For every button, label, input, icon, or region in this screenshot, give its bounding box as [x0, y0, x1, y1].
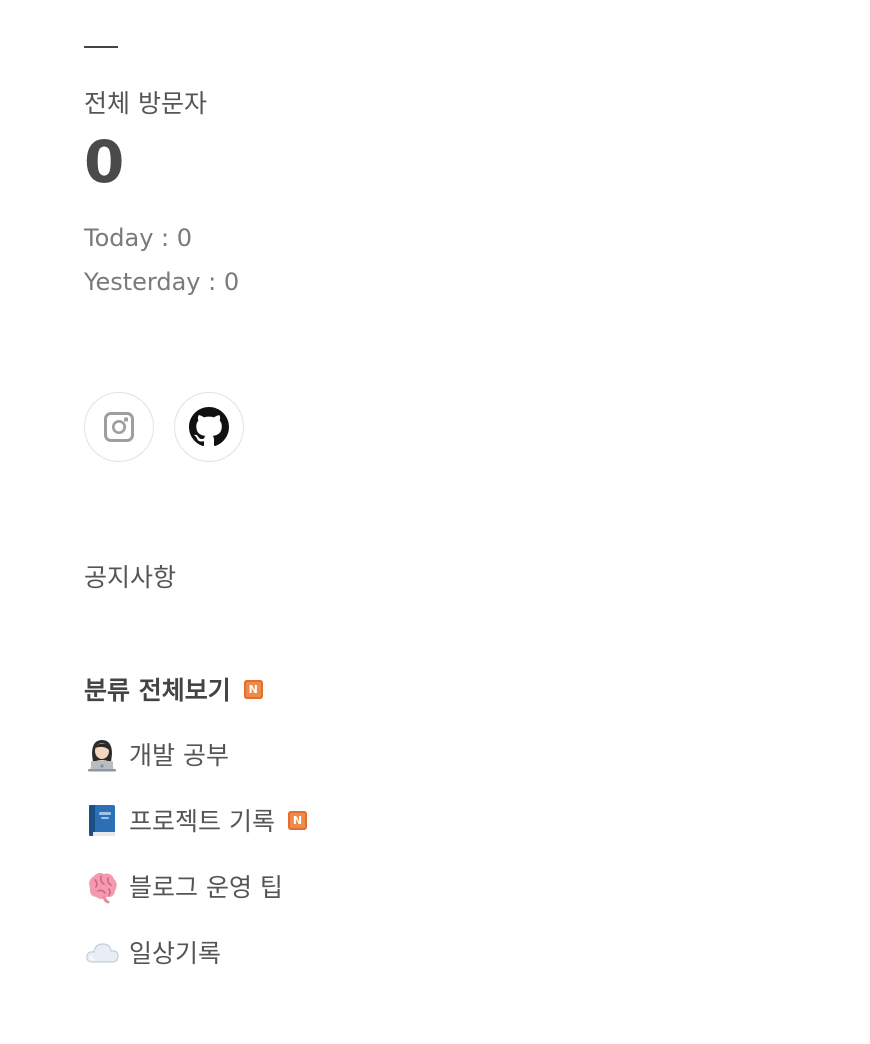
category-label: 프로젝트 기록 [129, 807, 275, 836]
github-icon [189, 407, 229, 447]
category-label: 블로그 운영 팁 [129, 873, 283, 902]
category-item-blog-tips[interactable]: 블로그 운영 팁 [84, 868, 283, 904]
category-item-project-log[interactable]: 프로젝트 기록 N [84, 802, 307, 838]
person-laptop-emoji-icon [88, 740, 116, 772]
blue-book-emoji-icon [89, 805, 115, 836]
visitor-today: Today : 0 [84, 224, 193, 252]
divider [84, 46, 118, 48]
instagram-link[interactable] [84, 392, 154, 462]
category-item-daily-log[interactable]: 일상기록 [84, 934, 221, 970]
category-label: 일상기록 [129, 939, 222, 968]
category-label: 개발 공부 [129, 741, 229, 770]
visitor-title: 전체 방문자 [84, 89, 207, 118]
category-all-link[interactable]: 분류 전체보기 N [84, 671, 263, 707]
visitor-total: 0 [84, 128, 125, 196]
new-badge: N [243, 679, 263, 699]
category-item-dev-study[interactable]: 개발 공부 [84, 736, 229, 772]
cloud-emoji-icon [86, 943, 119, 963]
new-badge: N [287, 810, 307, 830]
instagram-icon [104, 412, 134, 442]
category-all-label: 분류 전체보기 [84, 676, 231, 705]
notice-link[interactable]: 공지사항 [84, 558, 176, 594]
visitor-yesterday: Yesterday : 0 [84, 268, 240, 296]
github-link[interactable] [174, 392, 244, 462]
social-links [84, 392, 244, 462]
brain-emoji-icon [89, 872, 117, 904]
